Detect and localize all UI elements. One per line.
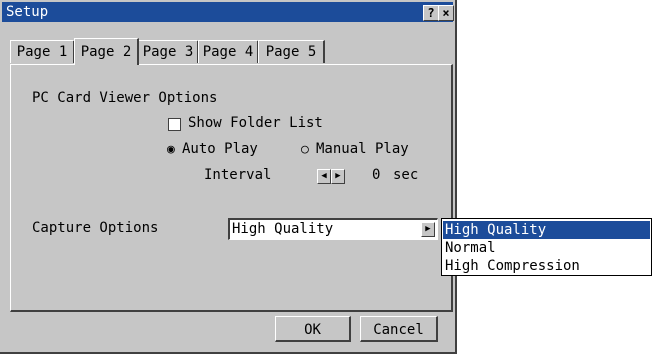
window-title: Setup [6, 4, 49, 20]
close-button[interactable]: × [438, 5, 454, 21]
cancel-button[interactable]: Cancel [360, 316, 438, 342]
tab-page-5[interactable]: Page 5 [258, 40, 325, 63]
help-button[interactable]: ? [423, 5, 439, 21]
show-folder-list-checkbox[interactable] [168, 118, 181, 131]
interval-unit: sec [393, 167, 419, 183]
dropdown-arrow-icon[interactable]: ▶ [421, 222, 435, 237]
manual-play-radio-icon[interactable]: ○ [301, 142, 309, 157]
setup-dialog: Setup ? × Page 1 Page 2 Page 3 Page 4 Pa… [0, 0, 457, 354]
interval-increase-icon[interactable]: ▶ [331, 169, 345, 184]
interval-value: 0 [372, 167, 381, 183]
dropdown-option-high-quality[interactable]: High Quality [443, 221, 650, 239]
interval-decrease-icon[interactable]: ◀ [317, 169, 331, 184]
manual-play-label: Manual Play [316, 141, 409, 157]
show-folder-list-label: Show Folder List [188, 115, 323, 131]
capture-options-dropdown: High Quality Normal High Compression [441, 218, 652, 276]
pc-card-heading: PC Card Viewer Options [32, 90, 218, 106]
capture-options-label: Capture Options [32, 220, 159, 236]
capture-options-select[interactable]: High Quality ▶ [228, 218, 438, 240]
auto-play-radio-icon[interactable]: ◉ [167, 142, 175, 157]
dropdown-option-high-compression[interactable]: High Compression [443, 257, 650, 275]
capture-selected-value: High Quality [232, 221, 334, 237]
interval-label: Interval [204, 167, 272, 183]
auto-play-label: Auto Play [182, 141, 258, 157]
tab-page-2[interactable]: Page 2 [74, 38, 139, 65]
tab-page-4[interactable]: Page 4 [198, 40, 259, 63]
tab-page-3[interactable]: Page 3 [138, 40, 199, 63]
tab-page-1[interactable]: Page 1 [10, 40, 75, 63]
dropdown-option-normal[interactable]: Normal [443, 239, 650, 257]
ok-button[interactable]: OK [275, 316, 351, 342]
title-bar[interactable]: Setup ? × [2, 2, 454, 22]
